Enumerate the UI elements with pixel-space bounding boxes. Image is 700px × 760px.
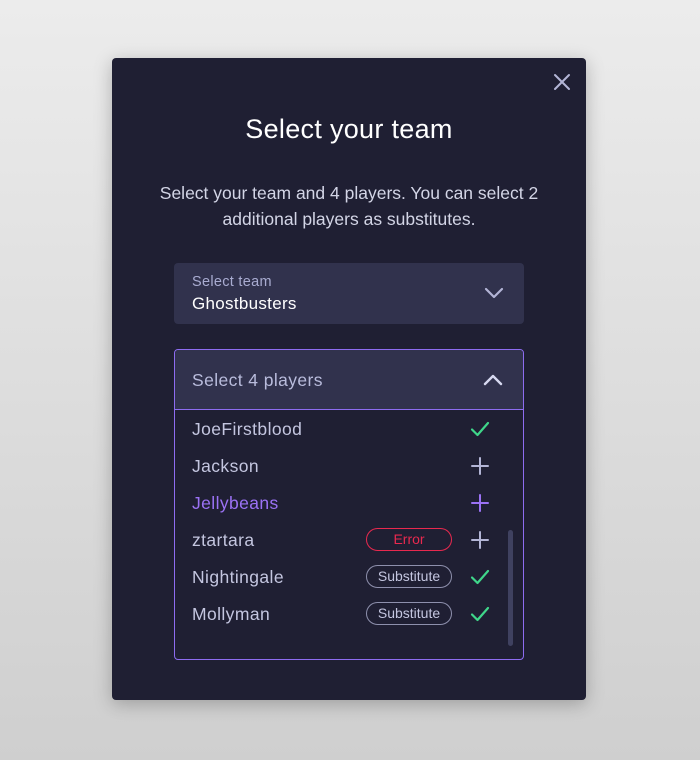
player-option-jellybeans[interactable]: Jellybeans: [175, 485, 523, 522]
player-list-scrollbar[interactable]: [508, 530, 513, 646]
select-team-dialog: Select your team Select your team and 4 …: [112, 58, 586, 700]
plus-icon: [471, 457, 489, 475]
dialog-subtitle: Select your team and 4 players. You can …: [159, 183, 539, 229]
chevron-up-icon: [483, 374, 503, 386]
substitute-badge: Substitute: [366, 565, 452, 588]
player-option-nightingale[interactable]: Nightingale Substitute: [175, 559, 523, 596]
team-select-value: Ghostbusters: [192, 294, 297, 313]
players-select: Select 4 players JoeFirstblood Jackson J…: [174, 349, 524, 660]
dialog-title: Select your team: [245, 114, 453, 144]
plus-icon: [471, 494, 489, 512]
player-option-joefirstblood[interactable]: JoeFirstblood: [175, 411, 523, 448]
player-option-mollyman[interactable]: Mollyman Substitute: [175, 596, 523, 633]
players-select-header[interactable]: Select 4 players: [175, 350, 523, 410]
player-name: JoeFirstblood: [192, 419, 303, 439]
plus-icon: [471, 531, 489, 549]
player-name: ztartara: [192, 530, 255, 550]
player-option-jackson[interactable]: Jackson: [175, 448, 523, 485]
substitute-badge: Substitute: [366, 602, 452, 625]
player-name: Mollyman: [192, 604, 271, 624]
check-icon: [470, 421, 490, 437]
player-name: Jellybeans: [192, 493, 279, 513]
player-option-ztartara[interactable]: ztartara Error: [175, 522, 523, 559]
team-select-label: Select team: [192, 274, 272, 290]
player-name: Nightingale: [192, 567, 284, 587]
close-button[interactable]: [552, 72, 572, 92]
close-icon: [554, 74, 570, 90]
error-badge: Error: [366, 528, 452, 551]
player-list: JoeFirstblood Jackson Jellybeans ztartar…: [175, 411, 523, 659]
player-name: Jackson: [192, 456, 259, 476]
check-icon: [470, 569, 490, 585]
team-select-dropdown[interactable]: Select team Ghostbusters: [174, 263, 524, 324]
check-icon: [470, 606, 490, 622]
players-select-label: Select 4 players: [192, 370, 323, 390]
chevron-down-icon: [484, 287, 504, 299]
